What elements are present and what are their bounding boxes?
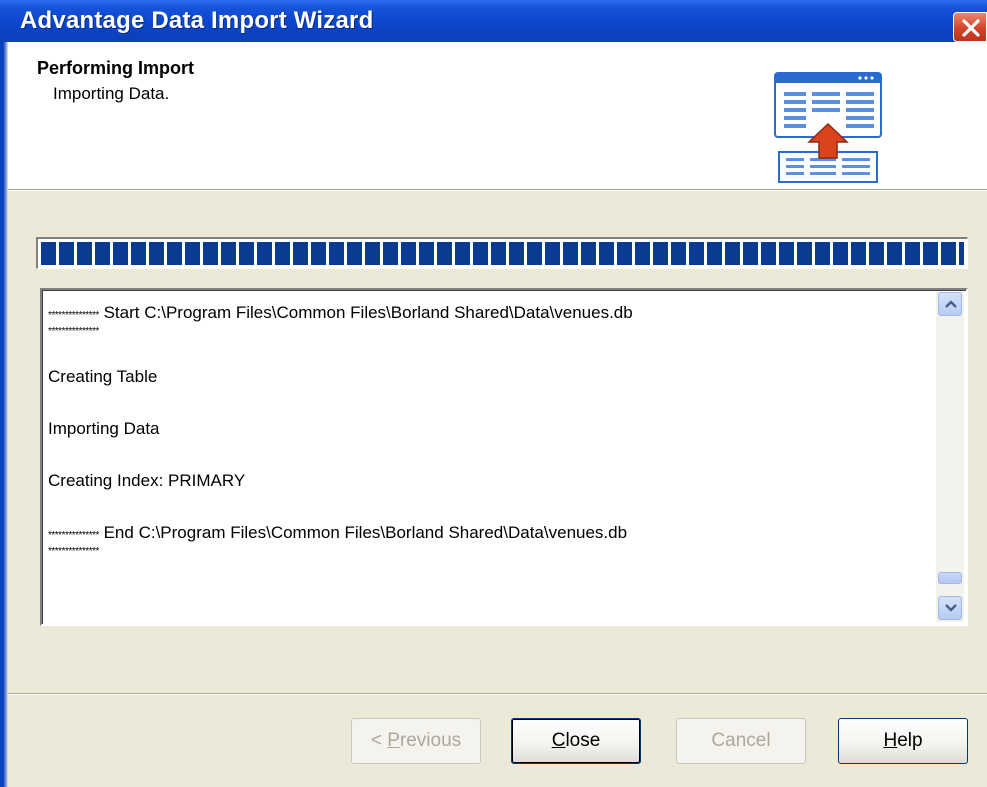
window-title: Advantage Data Import Wizard	[20, 7, 374, 34]
close-window-button[interactable]	[953, 12, 987, 42]
log-start-suffix: ***************	[48, 326, 99, 337]
progress-fill	[41, 242, 964, 265]
scroll-up-button[interactable]	[938, 292, 962, 316]
cancel-button[interactable]: Cancel	[676, 718, 806, 764]
page-subtitle: Importing Data.	[53, 84, 170, 103]
log-start-text: Start C:\Program Files\Common Files\Borl…	[98, 303, 633, 322]
log-content: *************** Start C:\Program Files\C…	[48, 300, 928, 558]
footer-separator	[8, 693, 987, 695]
help-button[interactable]: Help	[838, 718, 968, 764]
log-line-import-data: Importing Data	[48, 419, 160, 438]
close-icon	[962, 19, 980, 37]
window-left-border	[0, 42, 8, 787]
chevron-down-icon	[945, 604, 957, 612]
page-title: Performing Import	[37, 58, 195, 78]
log-start-entry: *************** Start C:\Program Files\C…	[48, 300, 928, 338]
chevron-up-icon	[945, 300, 957, 308]
log-end-text: End C:\Program Files\Common Files\Borlan…	[98, 523, 628, 542]
title-bar[interactable]: Advantage Data Import Wizard	[0, 0, 987, 42]
log-end-entry: *************** End C:\Program Files\Com…	[48, 520, 928, 558]
log-end-prefix: ***************	[48, 530, 99, 541]
log-line-create-table: Creating Table	[48, 367, 158, 386]
import-progress-bar	[36, 237, 968, 269]
close-button[interactable]: Close	[511, 718, 641, 764]
log-end-suffix: ***************	[48, 546, 99, 557]
scroll-down-button[interactable]	[938, 596, 962, 620]
previous-button[interactable]: < Previous	[351, 718, 481, 764]
log-line-create-index: Creating Index: PRIMARY	[48, 471, 246, 490]
log-scrollbar[interactable]	[936, 292, 964, 622]
header-separator	[8, 189, 987, 191]
scroll-thumb[interactable]	[938, 572, 962, 584]
import-log[interactable]: *************** Start C:\Program Files\C…	[40, 288, 968, 626]
import-table-icon	[774, 72, 884, 189]
log-start-prefix: ***************	[48, 310, 99, 321]
